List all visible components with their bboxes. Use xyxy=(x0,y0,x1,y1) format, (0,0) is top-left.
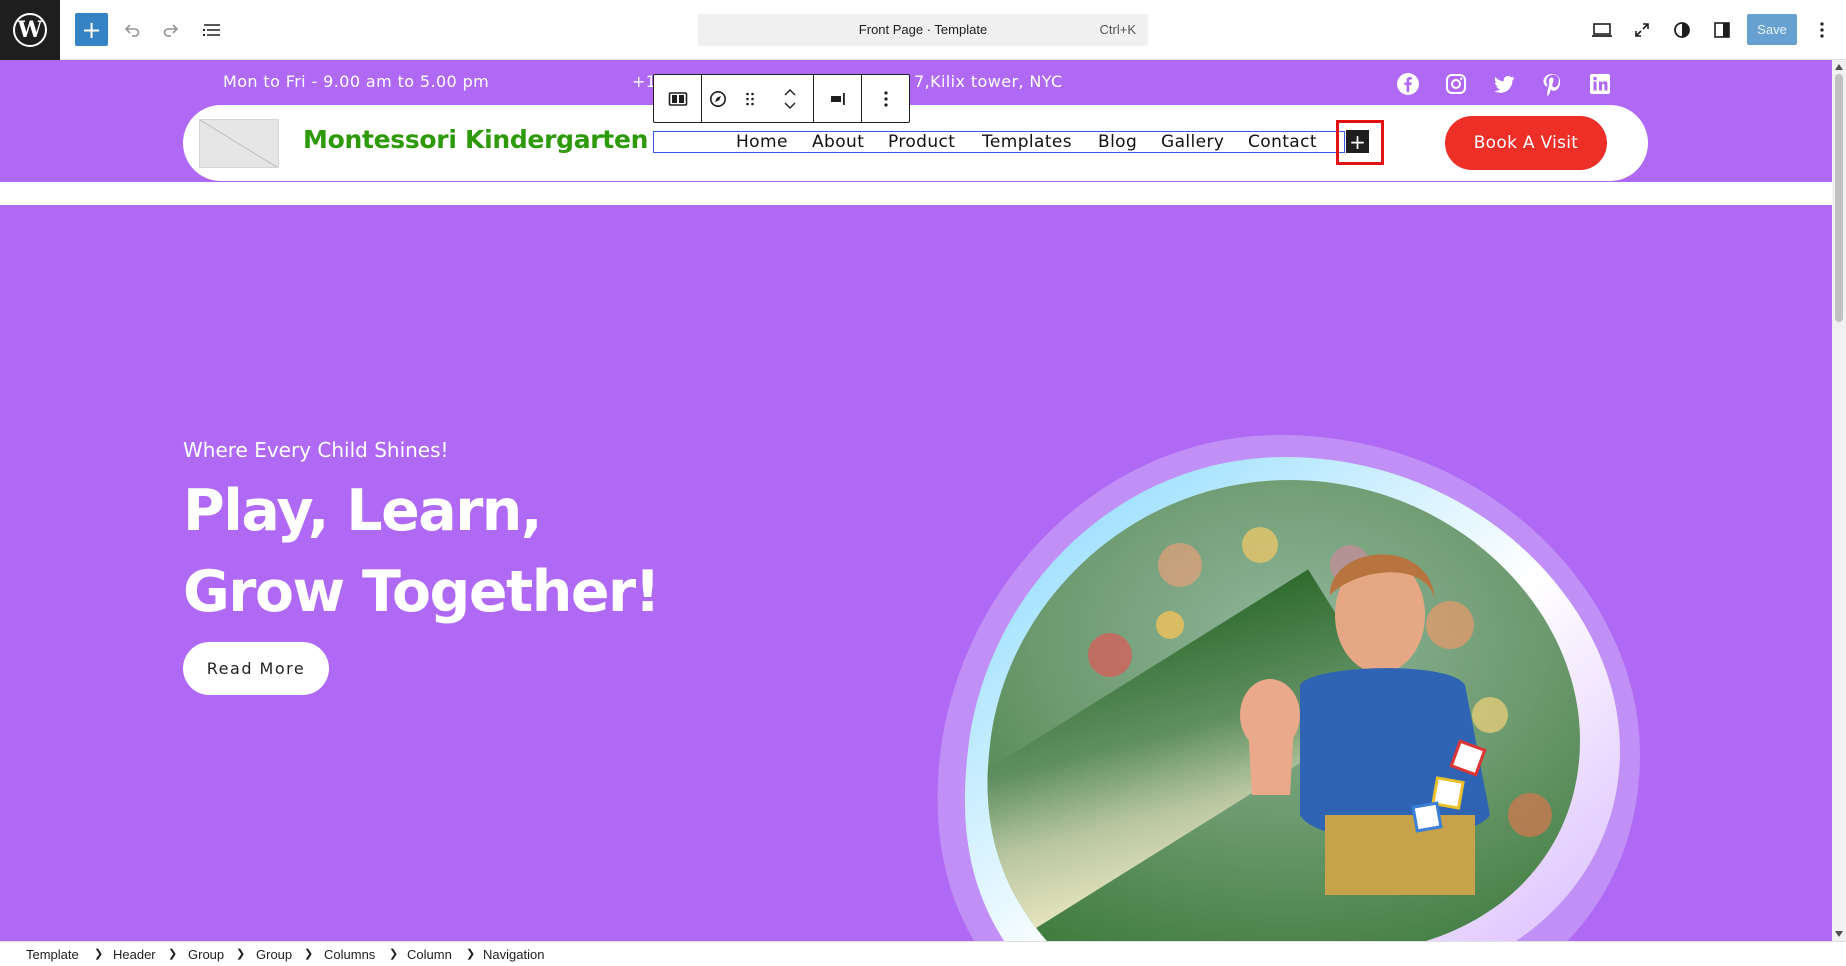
chevron-up-icon[interactable] xyxy=(784,88,796,96)
undo-button[interactable] xyxy=(116,14,148,46)
scroll-thumb[interactable] xyxy=(1835,74,1843,322)
wordpress-logo-button[interactable]: W xyxy=(0,0,60,60)
nav-templates[interactable]: Templates xyxy=(982,132,1072,152)
canvas-scrollbar[interactable] xyxy=(1832,60,1846,941)
block-breadcrumb: Template ❯ Header ❯ Group ❯ Group ❯ Colu… xyxy=(0,941,1846,966)
nav-contact[interactable]: Contact xyxy=(1248,132,1317,152)
pinterest-icon[interactable] xyxy=(1540,72,1564,96)
styles-button[interactable] xyxy=(1666,14,1698,46)
save-button[interactable]: Save xyxy=(1747,14,1797,45)
justify-right-icon xyxy=(830,92,845,105)
twitter-icon[interactable] xyxy=(1492,72,1516,96)
scroll-up-arrow[interactable] xyxy=(1835,64,1843,70)
document-overview-button[interactable] xyxy=(196,14,228,46)
fullscreen-icon xyxy=(1635,23,1649,37)
breadcrumb-columns[interactable]: Columns xyxy=(324,947,375,962)
contact-address: 7,Kilix tower, NYC xyxy=(914,72,1063,91)
redo-icon xyxy=(163,24,179,37)
block-inserter-button[interactable]: + xyxy=(75,13,108,46)
more-options-button[interactable] xyxy=(1806,14,1838,46)
parent-block-button[interactable] xyxy=(654,75,701,122)
breadcrumb-group-2[interactable]: Group xyxy=(256,947,292,962)
breadcrumb-separator: ❯ xyxy=(94,948,104,960)
instagram-icon[interactable] xyxy=(1444,72,1468,96)
plus-icon: + xyxy=(1349,129,1366,154)
fullscreen-button[interactable] xyxy=(1626,14,1658,46)
read-more-button[interactable]: Read More xyxy=(183,642,329,695)
placeholder-diagonal xyxy=(200,120,278,167)
undo-icon xyxy=(124,24,140,37)
plus-icon: + xyxy=(81,15,102,44)
compass-icon xyxy=(710,90,726,107)
block-toolbar xyxy=(653,74,910,123)
business-hours: Mon to Fri - 9.00 am to 5.00 pm xyxy=(223,72,490,91)
nav-gallery[interactable]: Gallery xyxy=(1161,132,1224,152)
nav-home[interactable]: Home xyxy=(736,132,788,152)
template-title: Front Page · Template xyxy=(858,22,988,37)
breadcrumb-template[interactable]: Template xyxy=(26,947,79,962)
more-vertical-icon xyxy=(883,90,888,107)
site-logo-placeholder[interactable] xyxy=(199,119,279,168)
breadcrumb-separator: ❯ xyxy=(304,948,314,960)
redo-button[interactable] xyxy=(155,14,187,46)
settings-sidebar-icon xyxy=(1714,22,1730,38)
section-spacer xyxy=(0,182,1832,205)
add-nav-item-button[interactable]: + xyxy=(1346,129,1369,154)
settings-sidebar-button[interactable] xyxy=(1706,14,1738,46)
nav-blog[interactable]: Blog xyxy=(1098,132,1137,152)
drag-handle[interactable] xyxy=(734,75,766,122)
scroll-down-arrow[interactable] xyxy=(1835,931,1843,937)
editor-canvas[interactable]: Mon to Fri - 9.00 am to 5.00 pm +1 7,Kil… xyxy=(0,60,1832,941)
hero-section[interactable]: Where Every Child Shines! Play, Learn, G… xyxy=(0,205,1832,941)
breadcrumb-header[interactable]: Header xyxy=(113,947,156,962)
command-center[interactable]: Front Page · Template Ctrl+K xyxy=(698,14,1148,46)
breadcrumb-column[interactable]: Column xyxy=(407,947,452,962)
nav-about[interactable]: About xyxy=(812,132,864,152)
breadcrumb-separator: ❯ xyxy=(389,948,399,960)
shortcut-hint: Ctrl+K xyxy=(1099,22,1136,37)
hero-headline[interactable]: Play, Learn, Grow Together! xyxy=(183,471,661,633)
breadcrumb-navigation[interactable]: Navigation xyxy=(483,947,544,962)
hero-headline-line-2: Grow Together! xyxy=(183,559,661,625)
top-info-bar: Mon to Fri - 9.00 am to 5.00 pm +1 7,Kil… xyxy=(0,60,1832,182)
drag-handle-icon xyxy=(746,92,754,105)
linkedin-icon[interactable] xyxy=(1588,72,1612,96)
hero-kicker[interactable]: Where Every Child Shines! xyxy=(183,438,449,462)
book-a-visit-button[interactable]: Book A Visit xyxy=(1445,116,1607,170)
desktop-preview-icon xyxy=(1592,23,1612,37)
more-options-icon xyxy=(1820,22,1824,38)
hero-image[interactable] xyxy=(930,395,1650,941)
chevron-down-icon[interactable] xyxy=(784,102,796,109)
justification-button[interactable] xyxy=(814,75,861,122)
document-overview-icon xyxy=(203,24,220,36)
breadcrumb-group[interactable]: Group xyxy=(188,947,224,962)
site-header: Montessori Kindergarten Home About Produ… xyxy=(183,105,1648,181)
site-title[interactable]: Montessori Kindergarten xyxy=(303,125,648,154)
navigation-block-type-button[interactable] xyxy=(702,75,734,122)
device-preview-button[interactable] xyxy=(1586,14,1618,46)
styles-contrast-icon xyxy=(1674,22,1690,38)
hero-headline-line-1: Play, Learn, xyxy=(183,478,543,544)
breadcrumb-separator: ❯ xyxy=(168,948,178,960)
breadcrumb-separator: ❯ xyxy=(236,948,246,960)
nav-product[interactable]: Product xyxy=(888,132,955,152)
block-options-button[interactable] xyxy=(862,75,909,122)
wordpress-logo-icon: W xyxy=(13,13,47,47)
columns-block-icon xyxy=(668,91,687,106)
facebook-icon[interactable] xyxy=(1396,72,1420,96)
editor-header: W + Front Page · Template Ctrl+K Save xyxy=(0,0,1846,60)
breadcrumb-separator: ❯ xyxy=(466,948,476,960)
move-buttons[interactable] xyxy=(766,75,813,122)
